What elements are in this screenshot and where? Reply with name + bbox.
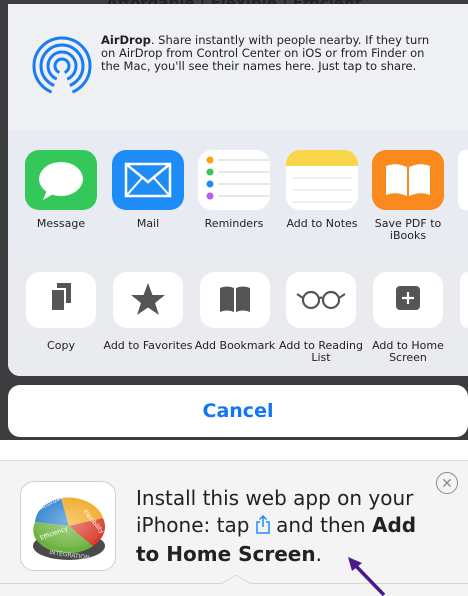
action-label: Copy <box>47 339 75 352</box>
airdrop-body: . Share instantly with people nearby. If… <box>101 33 430 73</box>
airdrop-section: AirDrop. Share instantly with people nea… <box>8 4 468 130</box>
bookmark-book-icon <box>200 272 270 328</box>
glasses-icon <box>286 272 356 328</box>
action-label: Add to Reading List <box>279 339 363 364</box>
messages-icon <box>25 150 97 210</box>
more-apps-peek[interactable] <box>458 150 468 210</box>
share-app-label: Mail <box>136 217 160 230</box>
share-app-label: Add to Notes <box>286 217 358 230</box>
cancel-button[interactable]: Cancel <box>8 385 468 437</box>
notes-icon <box>286 150 358 210</box>
ibooks-icon <box>372 150 444 210</box>
close-circle-icon[interactable]: ✕ <box>436 472 458 494</box>
action-label: Add Bookmark <box>194 339 276 352</box>
more-actions-peek[interactable] <box>460 272 468 328</box>
share-sheet-overlay: Affordable | Flexible | Efficient AirDro… <box>0 0 468 440</box>
install-text-end: . <box>315 542 322 566</box>
annotation-arrow <box>348 557 386 596</box>
mail-icon <box>112 150 184 210</box>
banner-pointer <box>221 575 251 585</box>
airdrop-icon <box>32 36 92 96</box>
share-actions-row: Copy Add to Favorites Add Bookmark Add t… <box>8 254 468 376</box>
airdrop-description: AirDrop. Share instantly with people nea… <box>101 34 446 73</box>
install-text-part2: and then <box>276 513 366 537</box>
share-icon <box>256 514 270 541</box>
share-apps-row: Message Mail Reminders Add to Notes Save… <box>8 130 468 254</box>
action-label: Add to Favorites <box>103 339 193 352</box>
share-app-label: Reminders <box>204 217 264 230</box>
star-icon <box>113 272 183 328</box>
action-label: Add to Home Screen <box>372 339 444 364</box>
share-sheet: AirDrop. Share instantly with people nea… <box>8 4 468 376</box>
airdrop-heading: AirDrop <box>101 33 151 47</box>
share-app-label: Save PDF to iBooks <box>374 217 442 242</box>
plus-square-icon <box>373 272 443 328</box>
reminders-icon <box>198 150 270 210</box>
share-app-label: Message <box>36 217 86 230</box>
copy-icon <box>26 272 96 328</box>
web-app-icon: Affordability Flexibility Efficiency INT… <box>20 481 116 571</box>
